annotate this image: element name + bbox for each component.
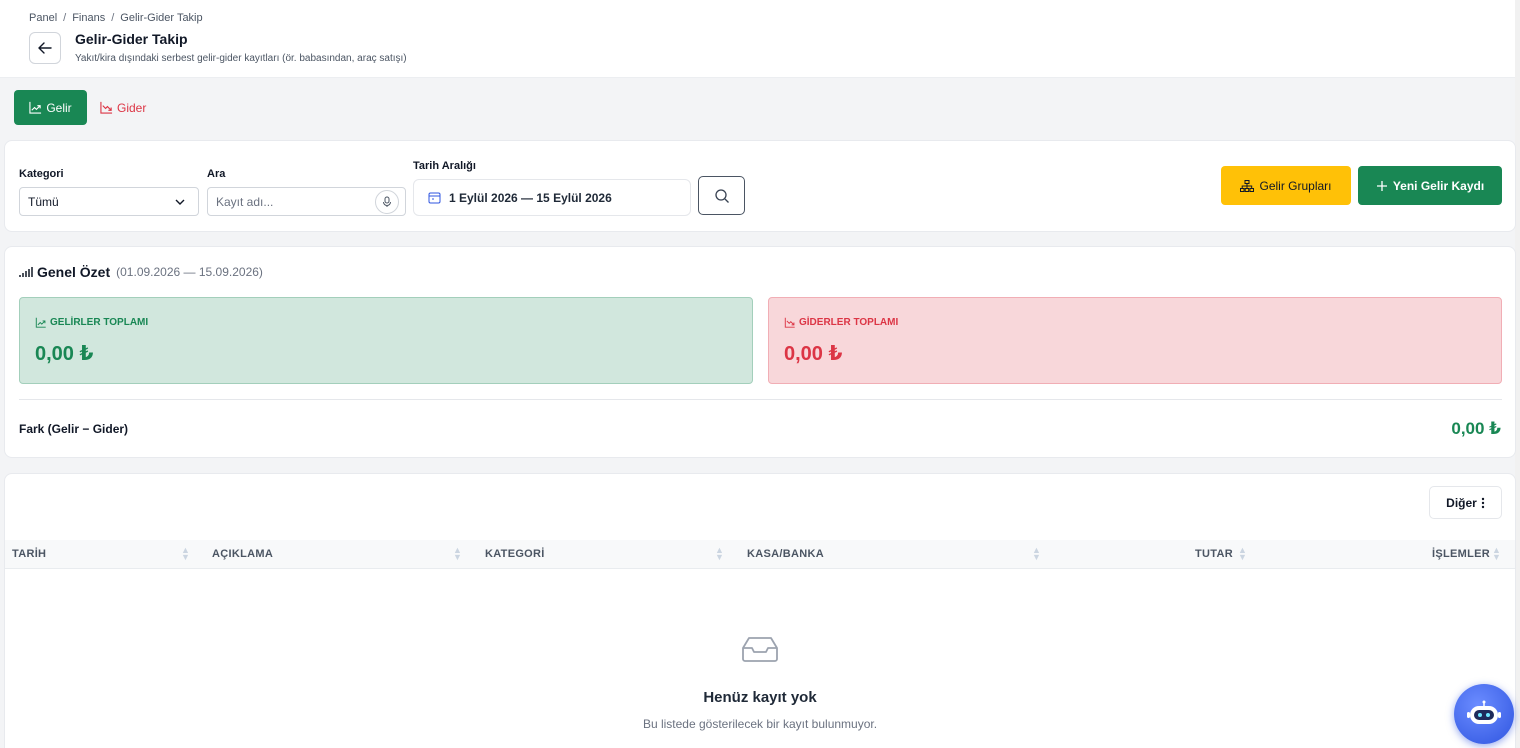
column-cash-bank[interactable]: KASA/BANKA — [747, 548, 824, 560]
empty-state-title: Henüz kayıt yok — [703, 689, 817, 706]
income-total-box: GELİRLER TOPLAMI 0,00 ₺ — [19, 297, 753, 384]
expense-total-box: GİDERLER TOPLAMI 0,00 ₺ — [768, 297, 1502, 384]
trending-down-icon — [100, 101, 113, 114]
column-amount[interactable]: TUTAR — [1195, 548, 1233, 560]
assistant-bot-button[interactable] — [1454, 684, 1514, 744]
table-header: TARİH ▲ ▼ AÇIKLAMA ▲ ▼ KATEGORİ ▲ ▼ KASA/BA… — [5, 540, 1515, 569]
sort-icon[interactable]: ▲ ▼ — [1032, 546, 1041, 562]
microphone-button[interactable] — [375, 190, 399, 214]
sort-icon[interactable]: ▲ ▼ — [1492, 546, 1501, 562]
expense-total-value: 0,00 ₺ — [784, 343, 843, 365]
breadcrumb-item-finance[interactable]: Finans — [72, 12, 105, 24]
income-groups-label: Gelir Grupları — [1259, 178, 1332, 193]
back-button[interactable] — [29, 32, 61, 64]
tab-income-label: Gelir — [46, 100, 72, 115]
column-description[interactable]: AÇIKLAMA — [212, 548, 273, 560]
more-vertical-icon — [1481, 497, 1485, 508]
trending-up-icon — [29, 101, 42, 114]
trending-down-icon — [784, 317, 795, 328]
inbox-icon — [742, 637, 778, 662]
search-label: Ara — [207, 168, 226, 180]
income-total-label: GELİRLER TOPLAMI — [50, 317, 149, 328]
date-range-label: Tarih Aralığı — [413, 160, 476, 172]
breadcrumb-item-panel[interactable]: Panel — [29, 12, 57, 24]
category-label: Kategori — [19, 168, 64, 180]
summary-card: Genel Özet (01.09.2026 — 15.09.2026) GEL… — [4, 246, 1516, 458]
calendar-icon — [428, 192, 441, 204]
new-income-label: Yeni Gelir Kaydı — [1392, 178, 1485, 193]
income-groups-button[interactable]: Gelir Grupları — [1221, 166, 1351, 205]
sort-icon[interactable]: ▲ ▼ — [453, 546, 462, 562]
income-total-value: 0,00 ₺ — [35, 343, 94, 365]
column-category[interactable]: KATEGORİ — [485, 548, 545, 560]
divider — [19, 399, 1502, 400]
summary-header: Genel Özet (01.09.2026 — 15.09.2026) — [19, 264, 263, 280]
sort-icon[interactable]: ▲ ▼ — [1238, 546, 1247, 562]
records-table-card: Diğer TARİH ▲ ▼ AÇIKLAMA ▲ ▼ KATEGORİ ▲ ▼ K… — [4, 473, 1516, 748]
search-button[interactable] — [698, 176, 745, 215]
filter-card: Kategori Tümü Ara Kayıt adı... Tarih Ara… — [4, 140, 1516, 232]
bar-chart-icon — [19, 267, 33, 277]
microphone-icon — [383, 196, 391, 207]
empty-state-subtitle: Bu listede gösterilecek bir kayıt bulunm… — [642, 717, 878, 731]
tab-expense[interactable]: Gider — [100, 90, 160, 125]
breadcrumb-item-current: Gelir-Gider Takip — [120, 12, 203, 24]
column-date[interactable]: TARİH — [12, 548, 46, 560]
breadcrumb-separator: / — [111, 12, 115, 24]
summary-title: Genel Özet — [37, 264, 111, 280]
other-menu-button[interactable]: Diğer — [1429, 486, 1502, 519]
column-actions[interactable]: İŞLEMLER — [1432, 548, 1490, 560]
summary-range: (01.09.2026 — 15.09.2026) — [116, 265, 263, 279]
other-menu-label: Diğer — [1446, 495, 1477, 510]
trending-up-icon — [35, 317, 46, 328]
income-total-label-wrap: GELİRLER TOPLAMI — [35, 317, 148, 328]
arrow-left-icon — [38, 42, 52, 54]
page-header: Panel / Finans / Gelir-Gider Takip Gelir… — [0, 0, 1520, 78]
expense-total-label-wrap: GİDERLER TOPLAMI — [784, 317, 898, 328]
new-income-button[interactable]: Yeni Gelir Kaydı — [1358, 166, 1502, 205]
category-select-value: Tümü — [28, 194, 59, 209]
date-range-picker[interactable]: 1 Eylül 2026 — 15 Eylül 2026 — [413, 179, 691, 216]
breadcrumb: Panel / Finans / Gelir-Gider Takip — [29, 12, 203, 24]
sort-icon[interactable]: ▲ ▼ — [181, 546, 190, 562]
expense-total-label: GİDERLER TOPLAMI — [799, 317, 899, 328]
robot-icon — [1467, 700, 1501, 724]
difference-value: 0,00 ₺ — [1451, 419, 1501, 438]
chevron-down-icon — [175, 199, 185, 205]
hierarchy-icon — [1240, 179, 1255, 192]
date-range-value: 1 Eylül 2026 — 15 Eylül 2026 — [449, 190, 612, 205]
search-input[interactable]: Kayıt adı... — [207, 187, 406, 216]
tab-expense-label: Gider — [117, 100, 147, 115]
category-select[interactable]: Tümü — [19, 187, 199, 216]
search-icon — [714, 188, 729, 203]
page-title: Gelir-Gider Takip — [75, 31, 188, 47]
difference-label: Fark (Gelir − Gider) — [19, 422, 129, 436]
sort-icon[interactable]: ▲ ▼ — [715, 546, 724, 562]
tab-income[interactable]: Gelir — [14, 90, 87, 125]
plus-icon — [1376, 180, 1387, 191]
page-subtitle: Yakıt/kira dışındaki serbest gelir-gider… — [75, 53, 407, 64]
search-input-placeholder: Kayıt adı... — [216, 194, 274, 209]
breadcrumb-separator: / — [63, 12, 67, 24]
